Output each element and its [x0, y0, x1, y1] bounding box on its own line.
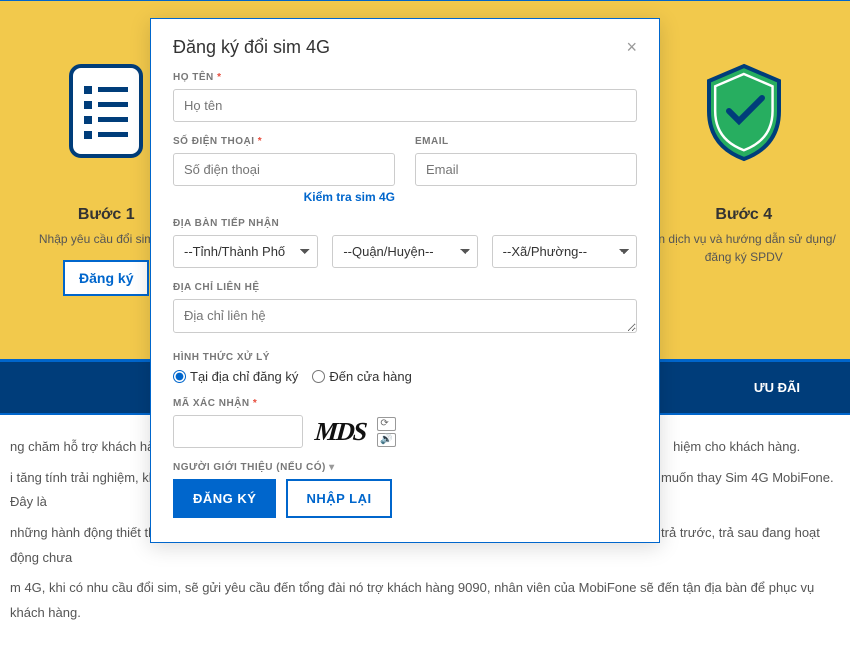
province-select[interactable]: --Tỉnh/Thành Phố	[173, 235, 318, 268]
address-label: ĐỊA CHỈ LIÊN HỆ	[173, 282, 637, 293]
phone-label: SỐ ĐIỆN THOẠI *	[173, 136, 395, 147]
name-label: HỌ TÊN *	[173, 72, 637, 83]
captcha-image: MDS	[314, 417, 367, 447]
ward-select[interactable]: --Xã/Phường--	[492, 235, 637, 268]
address-input[interactable]	[173, 299, 637, 333]
modal-overlay: Đăng ký đổi sim 4G × HỌ TÊN * SỐ ĐIỆN TH…	[0, 0, 850, 550]
radio-at-store[interactable]: Đến cửa hàng	[312, 369, 411, 384]
district-select[interactable]: --Quận/Huyện--	[332, 235, 477, 268]
check-sim-link[interactable]: Kiểm tra sim 4G	[173, 190, 395, 204]
captcha-label: MÃ XÁC NHẬN *	[173, 398, 637, 409]
radio-at-store-input[interactable]	[312, 370, 325, 383]
radio-at-address-input[interactable]	[173, 370, 186, 383]
submit-button[interactable]: ĐĂNG KÝ	[173, 479, 276, 518]
name-input[interactable]	[173, 89, 637, 122]
phone-input[interactable]	[173, 153, 395, 186]
referrer-label: NGƯỜI GIỚI THIỆU (NẾU CÓ) ▾	[173, 462, 637, 473]
email-input[interactable]	[415, 153, 637, 186]
area-label: ĐỊA BÀN TIẾP NHẬN	[173, 218, 637, 229]
captcha-audio-icon[interactable]: 🔊	[377, 433, 395, 447]
captcha-input[interactable]	[173, 415, 303, 448]
method-label: HÌNH THỨC XỬ LÝ	[173, 352, 637, 363]
email-label: EMAIL	[415, 136, 637, 147]
sim-registration-modal: Đăng ký đổi sim 4G × HỌ TÊN * SỐ ĐIỆN TH…	[150, 18, 660, 543]
modal-title: Đăng ký đổi sim 4G	[173, 37, 330, 58]
reset-button[interactable]: NHẬP LẠI	[286, 479, 391, 518]
close-icon[interactable]: ×	[626, 37, 637, 58]
radio-at-address[interactable]: Tại địa chỉ đăng ký	[173, 369, 298, 384]
captcha-refresh-icon[interactable]: ⟳	[377, 417, 395, 431]
